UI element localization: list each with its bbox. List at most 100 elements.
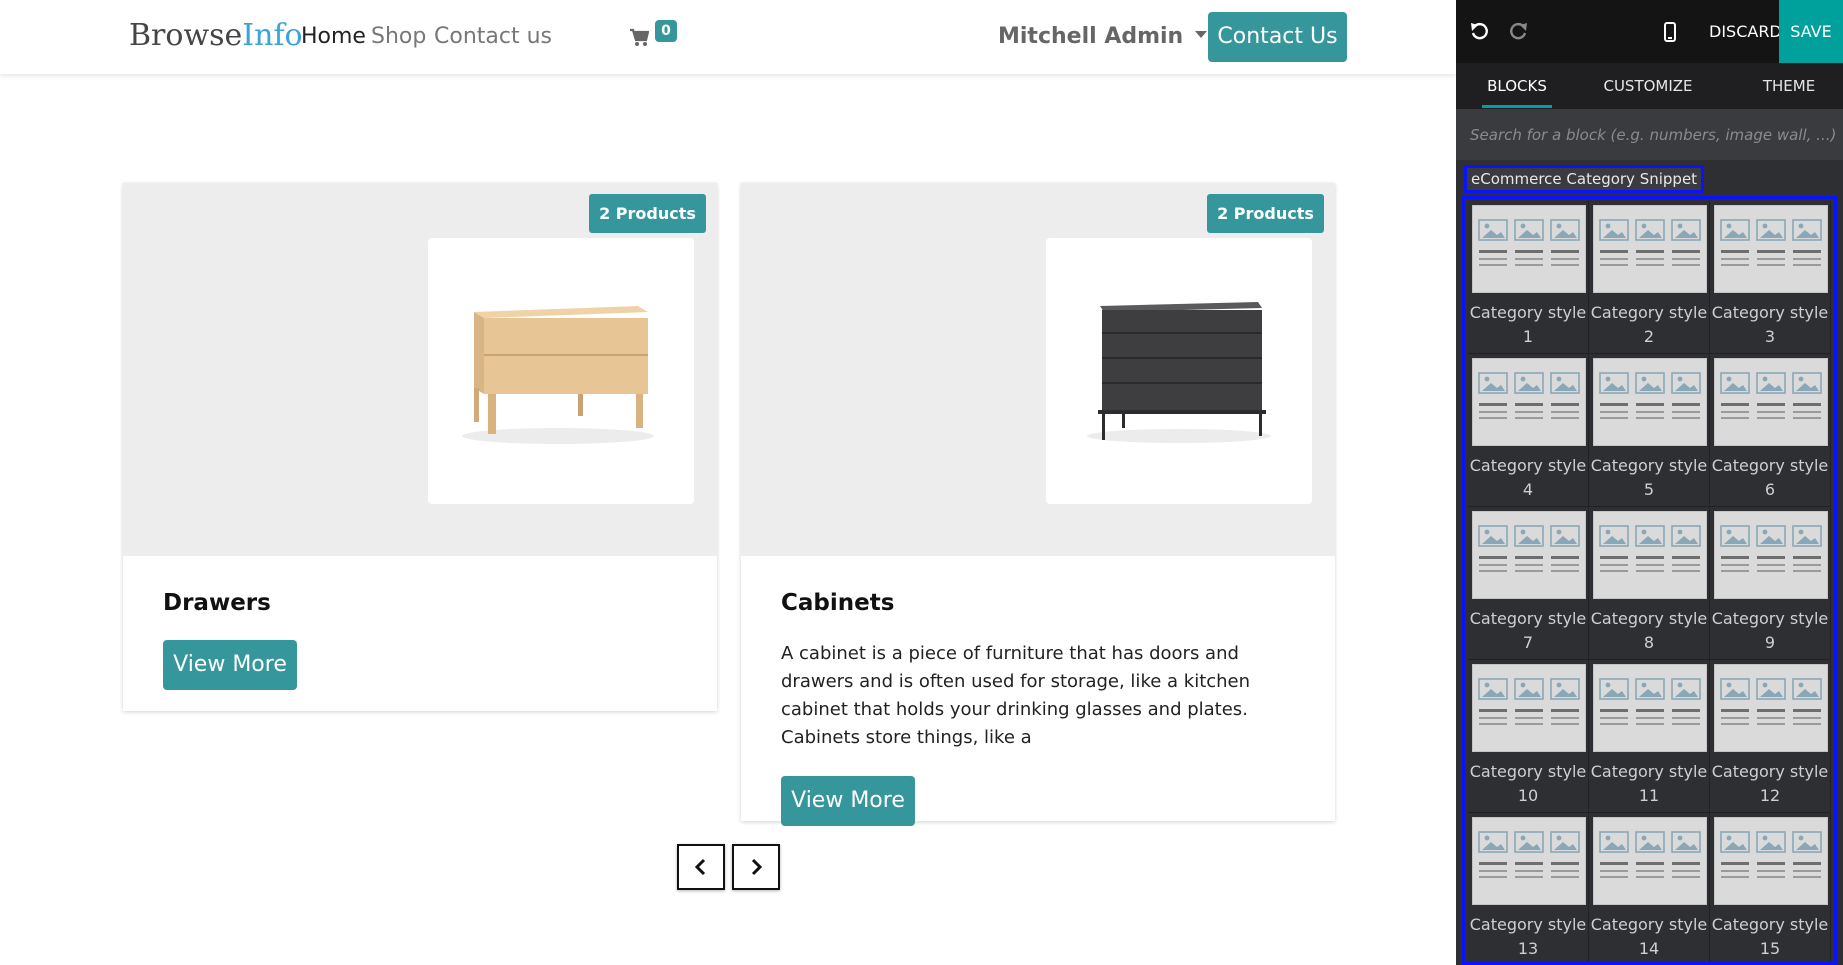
snippet-thumbnail-icon — [1593, 664, 1707, 752]
snippet-label-number: 7 — [1522, 633, 1534, 652]
snippet-category-style[interactable]: Category style 6 — [1710, 354, 1831, 507]
snippet-category-style[interactable]: Category style 8 — [1589, 507, 1710, 660]
view-more-button[interactable]: View More — [781, 776, 915, 826]
snippet-thumbnail-icon — [1714, 664, 1828, 752]
snippet-label-prefix: Category style — [1469, 915, 1587, 934]
snippet-thumbnail-icon — [1472, 664, 1586, 752]
snippet-label: Category style 13 — [1468, 913, 1588, 961]
cart-icon[interactable] — [629, 26, 649, 48]
carousel-next-button[interactable] — [732, 844, 780, 890]
snippet-label-number: 3 — [1764, 327, 1776, 346]
snippet-thumbnail-icon — [1714, 205, 1828, 293]
snippet-label: Category style 6 — [1710, 454, 1830, 502]
nav-shop-link[interactable]: Shop — [371, 24, 426, 49]
card-body: Drawers View More — [123, 556, 717, 711]
view-more-button[interactable]: View More — [163, 640, 297, 690]
undo-icon[interactable] — [1468, 20, 1492, 44]
chevron-left-icon — [694, 858, 706, 876]
snippet-label-number: 2 — [1643, 327, 1655, 346]
chevron-right-icon — [751, 858, 763, 876]
nav-contact-link[interactable]: Contact us — [434, 24, 552, 49]
card-image-area: 2 Products — [123, 183, 717, 556]
snippet-label: Category style 9 — [1710, 607, 1830, 655]
editor-tabs: BLOCKS CUSTOMIZE THEME — [1456, 63, 1843, 109]
snippet-label-number: 5 — [1643, 480, 1655, 499]
contact-us-button[interactable]: Contact Us — [1208, 12, 1347, 62]
mobile-preview-icon[interactable] — [1658, 20, 1682, 44]
snippet-thumbnail-icon — [1593, 358, 1707, 446]
snippet-category-style[interactable]: Category style 13 — [1468, 813, 1589, 962]
snippet-category-style[interactable]: Category style 14 — [1589, 813, 1710, 962]
snippet-label-number: 10 — [1517, 786, 1539, 805]
nav-home-link[interactable]: Home — [301, 24, 366, 49]
snippet-category-style[interactable]: Category style 2 — [1589, 201, 1710, 354]
snippet-label-number: 11 — [1638, 786, 1660, 805]
category-card-cabinets: 2 Products Cabinets A cabinet is a piece… — [741, 183, 1335, 826]
snippet-label-prefix: Category style — [1590, 456, 1708, 475]
caret-down-icon — [1195, 30, 1208, 38]
snippet-thumbnail-icon — [1472, 817, 1586, 905]
tab-theme[interactable]: THEME — [1756, 63, 1822, 109]
snippet-label: Category style 4 — [1468, 454, 1588, 502]
snippet-thumbnail-icon — [1472, 358, 1586, 446]
cart-count-badge: 0 — [655, 20, 677, 42]
snippet-category-style[interactable]: Category style 10 — [1468, 660, 1589, 813]
snippet-thumbnail-icon — [1593, 817, 1707, 905]
snippet-label-prefix: Category style — [1711, 762, 1829, 781]
tab-blocks[interactable]: BLOCKS — [1482, 63, 1552, 109]
snippet-label: Category style 11 — [1589, 760, 1709, 808]
snippet-label-prefix: Category style — [1711, 303, 1829, 322]
snippet-label: Category style 2 — [1589, 301, 1709, 349]
snippet-category-style[interactable]: Category style 9 — [1710, 507, 1831, 660]
products-count-badge: 2 Products — [589, 194, 706, 233]
snippet-category-style[interactable]: Category style 12 — [1710, 660, 1831, 813]
cabinets-product-image — [1046, 238, 1312, 504]
snippet-label: Category style 5 — [1589, 454, 1709, 502]
snippet-thumbnail-icon — [1593, 205, 1707, 293]
carousel-prev-button[interactable] — [677, 844, 725, 890]
snippet-label: Category style 12 — [1710, 760, 1830, 808]
snippet-thumbnail-icon — [1714, 511, 1828, 599]
snippet-category-style[interactable]: Category style 5 — [1589, 354, 1710, 507]
logo-text-info: Info — [242, 18, 303, 53]
tab-customize[interactable]: CUSTOMIZE — [1600, 63, 1696, 109]
block-search-input[interactable] — [1456, 109, 1843, 160]
navbar: BrowseInfo Home Shop Contact us 0 Mitche… — [0, 0, 1456, 74]
snippet-category-style[interactable]: Category style 15 — [1710, 813, 1831, 962]
snippet-label-prefix: Category style — [1469, 762, 1587, 781]
category-card-drawers: 2 Products Drawers View More — [123, 183, 717, 711]
snippet-thumbnail-icon — [1714, 817, 1828, 905]
snippet-label: Category style 7 — [1468, 607, 1588, 655]
snippet-thumbnail-icon — [1714, 358, 1828, 446]
snippet-label: Category style 10 — [1468, 760, 1588, 808]
snippet-label: Category style 3 — [1710, 301, 1830, 349]
editor-toolbar: DISCARD SAVE — [1456, 0, 1843, 63]
snippet-category-style[interactable]: Category style 4 — [1468, 354, 1589, 507]
logo-text-browse: Browse — [129, 18, 243, 53]
snippet-thumbnail-icon — [1472, 511, 1586, 599]
snippet-label: Category style 1 — [1468, 301, 1588, 349]
user-menu-dropdown[interactable]: Mitchell Admin — [998, 24, 1208, 49]
snippet-label-number: 12 — [1759, 786, 1781, 805]
snippet-category-style[interactable]: Category style 7 — [1468, 507, 1589, 660]
snippet-label-prefix: Category style — [1711, 609, 1829, 628]
snippet-label-prefix: Category style — [1590, 762, 1708, 781]
drawers-product-image — [428, 238, 694, 504]
snippet-category-style[interactable]: Category style 3 — [1710, 201, 1831, 354]
snippet-category-style[interactable]: Category style 11 — [1589, 660, 1710, 813]
snippet-thumbnail-icon — [1472, 205, 1586, 293]
save-button[interactable]: SAVE — [1779, 0, 1843, 63]
brand-logo[interactable]: BrowseInfo — [129, 18, 303, 53]
card-title: Cabinets — [781, 590, 895, 616]
snippet-label-prefix: Category style — [1469, 609, 1587, 628]
snippet-label-prefix: Category style — [1590, 303, 1708, 322]
snippet-category-style[interactable]: Category style 1 — [1468, 201, 1589, 354]
redo-icon[interactable] — [1506, 20, 1530, 44]
snippet-label-prefix: Category style — [1590, 915, 1708, 934]
snippet-section-title: eCommerce Category Snippet — [1464, 165, 1705, 193]
user-name: Mitchell Admin — [998, 24, 1184, 49]
snippet-label-prefix: Category style — [1469, 303, 1587, 322]
card-image-area: 2 Products — [741, 183, 1335, 556]
snippet-label-prefix: Category style — [1590, 609, 1708, 628]
snippet-grid: Category style 1 Category style 2 Category s… — [1462, 196, 1837, 965]
